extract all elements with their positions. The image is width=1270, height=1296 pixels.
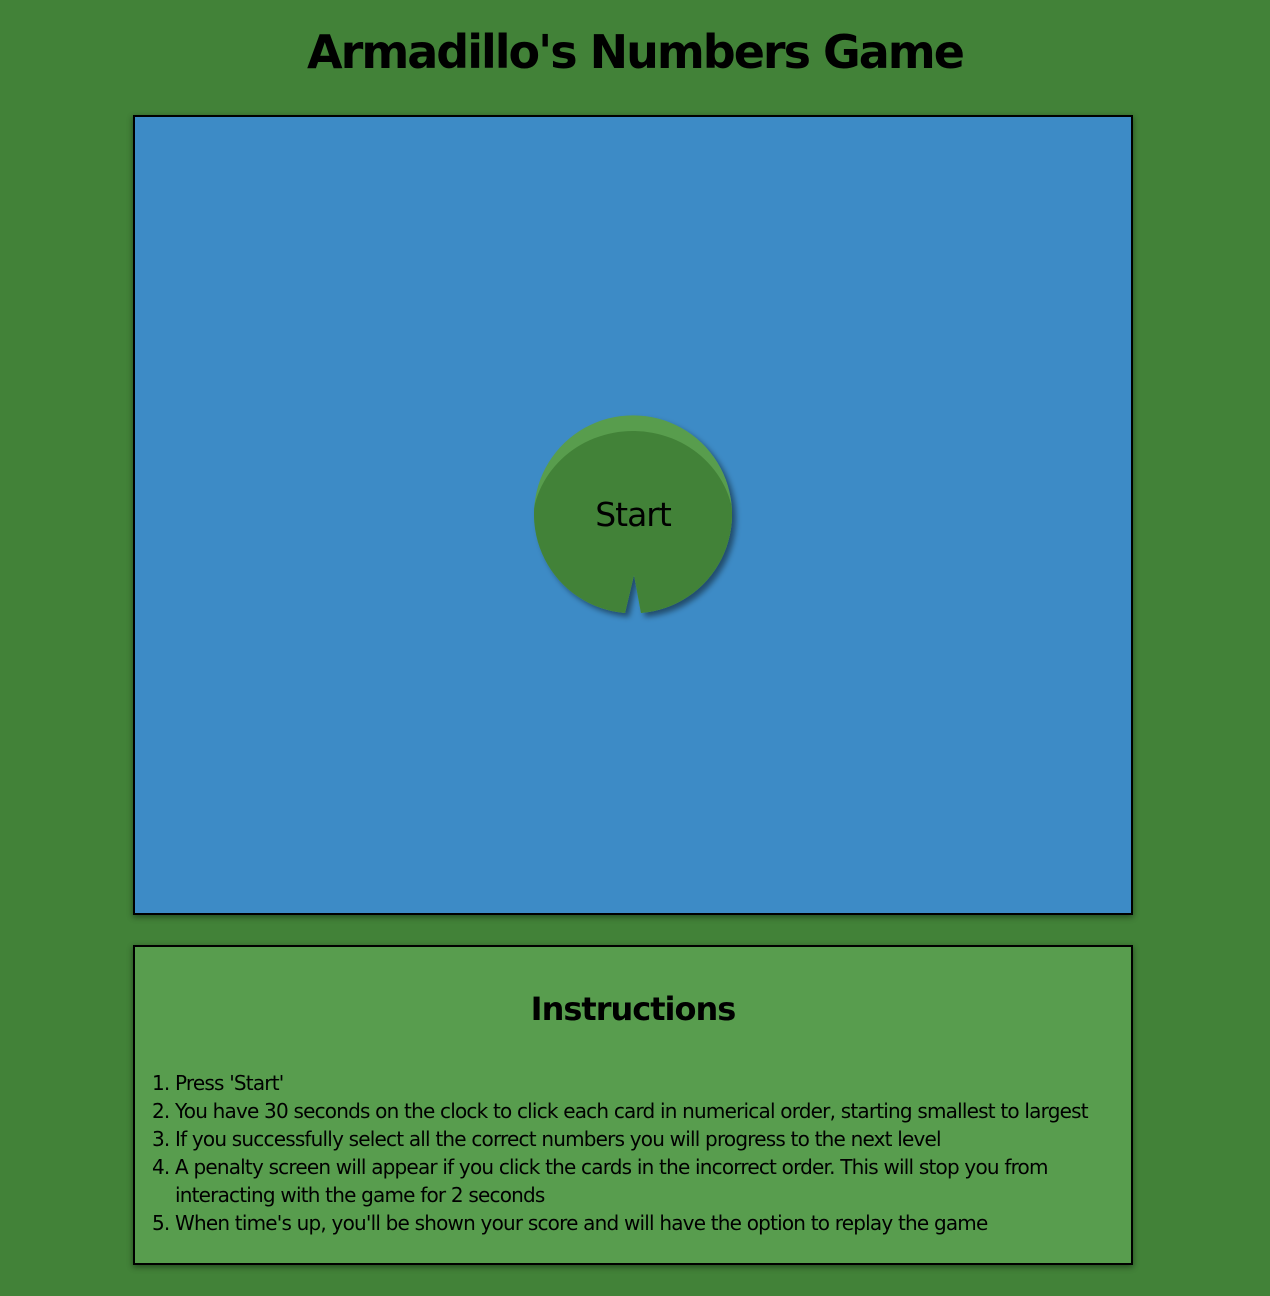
instructions-panel: Instructions Press 'Start' You have 30 s… bbox=[133, 945, 1133, 1265]
instruction-step: When time's up, you'll be shown your sco… bbox=[175, 1209, 1115, 1237]
instruction-step: Press 'Start' bbox=[175, 1069, 1115, 1097]
start-button-label: Start bbox=[595, 495, 672, 534]
instructions-list: Press 'Start' You have 30 seconds on the… bbox=[173, 1069, 1115, 1237]
page-title: Armadillo's Numbers Game bbox=[307, 25, 965, 79]
instruction-step: If you successfully select all the corre… bbox=[175, 1125, 1115, 1153]
game-board[interactable]: Start bbox=[133, 115, 1133, 915]
instructions-title: Instructions bbox=[530, 990, 737, 1028]
instruction-step: A penalty screen will appear if you clic… bbox=[175, 1153, 1115, 1209]
instruction-step: You have 30 seconds on the clock to clic… bbox=[175, 1097, 1115, 1125]
start-button[interactable]: Start bbox=[533, 415, 733, 615]
